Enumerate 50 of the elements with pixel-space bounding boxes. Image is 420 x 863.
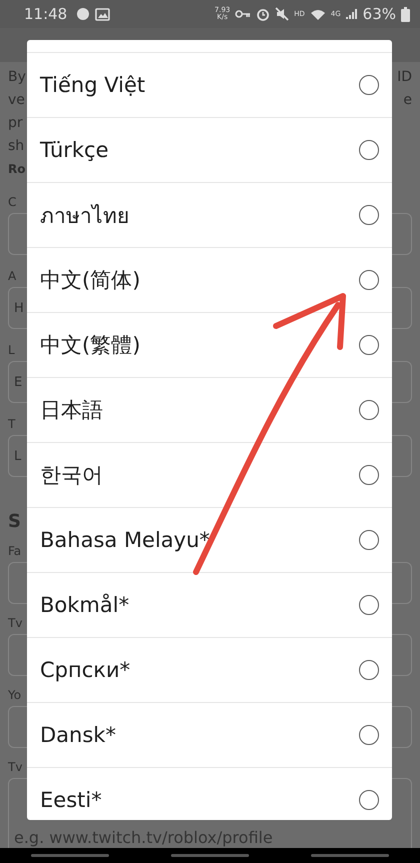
text-fragment: ve <box>8 91 25 110</box>
wifi-icon <box>310 8 326 20</box>
mute-icon <box>275 7 290 21</box>
field-label: Yo <box>8 688 22 702</box>
field-label: T <box>8 417 16 431</box>
radio-button[interactable] <box>359 335 379 355</box>
field-label: A <box>8 269 16 283</box>
radio-button[interactable] <box>359 270 379 290</box>
battery-level: 63% <box>362 5 396 23</box>
text-fragment: ID <box>397 68 412 87</box>
text-fragment: Ro <box>8 161 26 178</box>
language-option[interactable]: 日本語 <box>27 378 392 443</box>
radio-button[interactable] <box>359 140 379 160</box>
field-label: Tv <box>8 616 22 630</box>
language-option[interactable]: Bokmål* <box>27 573 392 638</box>
clock: 11:48 <box>24 5 68 23</box>
language-option[interactable]: Bahasa Melayu* <box>27 508 392 573</box>
signal-icon <box>346 8 358 20</box>
section-heading: S <box>8 511 21 532</box>
notification-icon <box>76 7 90 21</box>
alarm-icon <box>256 7 270 21</box>
language-option[interactable]: 中文(简体) <box>27 248 392 313</box>
radio-button[interactable] <box>359 660 379 680</box>
radio-button[interactable] <box>359 465 379 485</box>
field-label: L <box>8 343 15 357</box>
language-option[interactable]: 中文(繁體) <box>27 313 392 378</box>
language-option[interactable]: Tiếng Việt <box>27 53 392 118</box>
radio-button[interactable] <box>359 75 379 95</box>
key-icon <box>235 9 252 19</box>
text-fragment: pr <box>8 114 23 133</box>
field-label: Tv <box>8 760 22 774</box>
radio-button[interactable] <box>359 725 379 745</box>
radio-button[interactable] <box>359 790 379 810</box>
language-option[interactable]: Eesti* <box>27 768 392 820</box>
radio-button[interactable] <box>359 400 379 420</box>
text-fragment: sh <box>8 137 24 156</box>
language-option[interactable]: Српски* <box>27 638 392 703</box>
text-fragment: e <box>403 91 412 110</box>
radio-button[interactable] <box>359 595 379 615</box>
language-option[interactable]: ภาษาไทย <box>27 183 392 248</box>
text-fragment: By <box>8 68 26 87</box>
image-icon <box>95 8 110 20</box>
field-label: Fa <box>8 544 22 558</box>
radio-button[interactable] <box>359 530 379 550</box>
battery-icon <box>401 6 410 22</box>
language-option[interactable]: Dansk* <box>27 703 392 768</box>
radio-button[interactable] <box>359 205 379 225</box>
language-option[interactable]: 한국어 <box>27 443 392 508</box>
field-label: C <box>8 195 16 209</box>
language-option[interactable]: Türkçe <box>27 118 392 183</box>
